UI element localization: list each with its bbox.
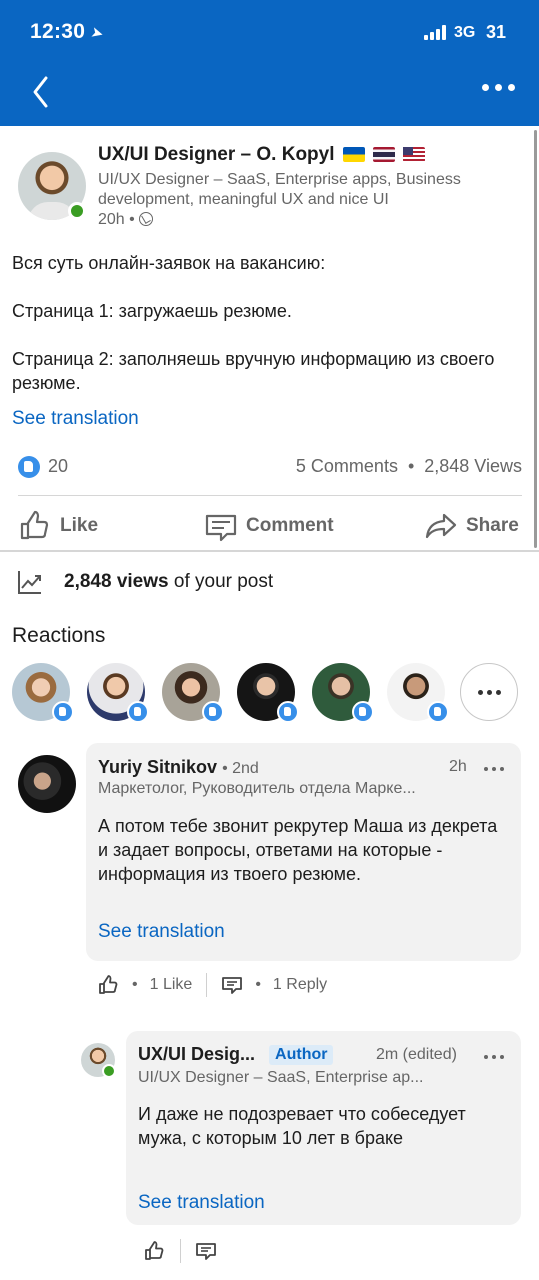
- divider: [206, 973, 208, 997]
- scrollbar[interactable]: [534, 130, 537, 548]
- views-bold: 2,848 views: [64, 571, 169, 592]
- reactor-avatar[interactable]: [237, 663, 299, 723]
- divider: [18, 495, 522, 496]
- thumbs-up-icon[interactable]: [98, 974, 120, 996]
- see-translation-link[interactable]: See translation: [138, 1192, 265, 1214]
- post-time: 20h: [98, 211, 125, 228]
- like-reaction-icon: [352, 701, 374, 723]
- like-label: Like: [60, 515, 99, 536]
- ukraine-flag-icon: [342, 147, 365, 162]
- reactor-avatar[interactable]: [387, 663, 449, 723]
- battery-level: 31: [486, 22, 507, 42]
- network-type: 3G: [454, 24, 476, 41]
- like-reaction-icon: [427, 701, 449, 723]
- reply-text: И даже не подозревает что собеседует муж…: [138, 1104, 466, 1148]
- reactions-count[interactable]: 20: [48, 456, 68, 477]
- comment-time: 2h: [449, 758, 467, 775]
- post-paragraph: Страница 1: загружаешь резюме.: [12, 301, 292, 321]
- comment-text: А потом тебе звонит рекрутер Маша из дек…: [98, 816, 498, 884]
- reactor-avatar[interactable]: [162, 663, 224, 723]
- more-horizontal-icon[interactable]: [482, 84, 515, 91]
- status-bar: 12:30 ➤ 3G 31: [0, 18, 539, 48]
- post-body: Вся суть онлайн-заявок на вакансию: Стра…: [12, 251, 522, 419]
- status-time: 12:30 ➤: [30, 20, 106, 44]
- like-reaction-icon: [52, 701, 74, 723]
- reply-icon[interactable]: [221, 974, 243, 996]
- more-reactions-button[interactable]: [460, 663, 518, 721]
- reactor-avatar[interactable]: [87, 663, 149, 723]
- globe-icon: [139, 212, 154, 226]
- post-meta: 20h •: [98, 211, 154, 229]
- reactor-avatar[interactable]: [312, 663, 374, 723]
- like-reaction-icon: [18, 456, 40, 478]
- reply-actions: [144, 1239, 217, 1263]
- usa-flag-icon: [402, 147, 425, 162]
- see-translation-link[interactable]: See translation: [12, 408, 139, 430]
- thumbs-up-icon[interactable]: [144, 1240, 166, 1262]
- online-status-dot: [68, 202, 86, 220]
- chevron-left-icon[interactable]: [28, 72, 54, 112]
- commenter-avatar[interactable]: [18, 755, 76, 813]
- views-rest: of your post: [173, 571, 274, 592]
- signal-icon: [424, 24, 450, 40]
- trending-chart-icon: [18, 571, 41, 594]
- comment-icon: [205, 514, 237, 542]
- post-paragraph: Страница 2: заполняешь вручную информаци…: [12, 349, 495, 393]
- divider: [180, 1239, 181, 1263]
- post-actions: Like Comment Share: [0, 503, 539, 547]
- reply-icon[interactable]: [195, 1240, 217, 1262]
- comment-label: Comment: [246, 515, 334, 536]
- commenter-headline: Маркетолог, Руководитель отдела Марке...: [98, 780, 416, 797]
- like-reaction-icon: [277, 701, 299, 723]
- section-divider: [0, 550, 539, 552]
- reactor-avatar[interactable]: [12, 663, 74, 723]
- online-status-dot: [102, 1064, 116, 1078]
- thailand-flag-icon: [372, 147, 395, 162]
- reply-author-name[interactable]: UX/UI Desig... Author: [138, 1044, 334, 1065]
- comments-views-count[interactable]: 5 Comments • 2,848 Views: [296, 456, 522, 477]
- like-reaction-icon: [127, 701, 149, 723]
- post-analytics[interactable]: 2,848 views of your post: [16, 568, 273, 596]
- post-paragraph: Вся суть онлайн-заявок на вакансию:: [12, 253, 326, 273]
- comment-more-icon[interactable]: [484, 767, 504, 771]
- location-arrow-icon: ➤: [89, 23, 106, 44]
- author-badge: Author: [269, 1045, 334, 1065]
- thumbs-up-icon: [20, 510, 49, 540]
- connection-degree: 2nd: [232, 760, 259, 777]
- comment-likes-count[interactable]: 1 Like: [150, 976, 193, 994]
- reply-more-icon[interactable]: [484, 1055, 504, 1059]
- like-reaction-icon: [202, 701, 224, 723]
- comments-count[interactable]: 5 Comments: [296, 456, 398, 476]
- like-button[interactable]: Like: [18, 509, 98, 543]
- reactions-heading: Reactions: [12, 624, 106, 647]
- reply-author-headline: UI/UX Designer – SaaS, Enterprise ap...: [138, 1069, 424, 1086]
- author-headline: UI/UX Designer – SaaS, Enterprise apps, …: [98, 171, 461, 208]
- comment-replies-count[interactable]: 1 Reply: [273, 976, 327, 994]
- app-header: 12:30 ➤ 3G 31: [0, 0, 539, 126]
- author-name[interactable]: UX/UI Designer – O. Kopyl: [98, 144, 425, 166]
- reply-time: 2m (edited): [376, 1046, 457, 1063]
- share-button[interactable]: Share: [424, 509, 519, 543]
- see-translation-link[interactable]: See translation: [98, 921, 225, 943]
- comment-actions: • 1 Like • 1 Reply: [98, 973, 327, 997]
- social-counts: 20 5 Comments • 2,848 Views: [18, 455, 522, 481]
- share-label: Share: [466, 515, 519, 536]
- commenter-name[interactable]: Yuriy Sitnikov • 2nd: [98, 757, 259, 778]
- share-arrow-icon: [425, 513, 457, 539]
- comment-button[interactable]: Comment: [204, 509, 334, 543]
- views-count[interactable]: 2,848 Views: [424, 456, 522, 476]
